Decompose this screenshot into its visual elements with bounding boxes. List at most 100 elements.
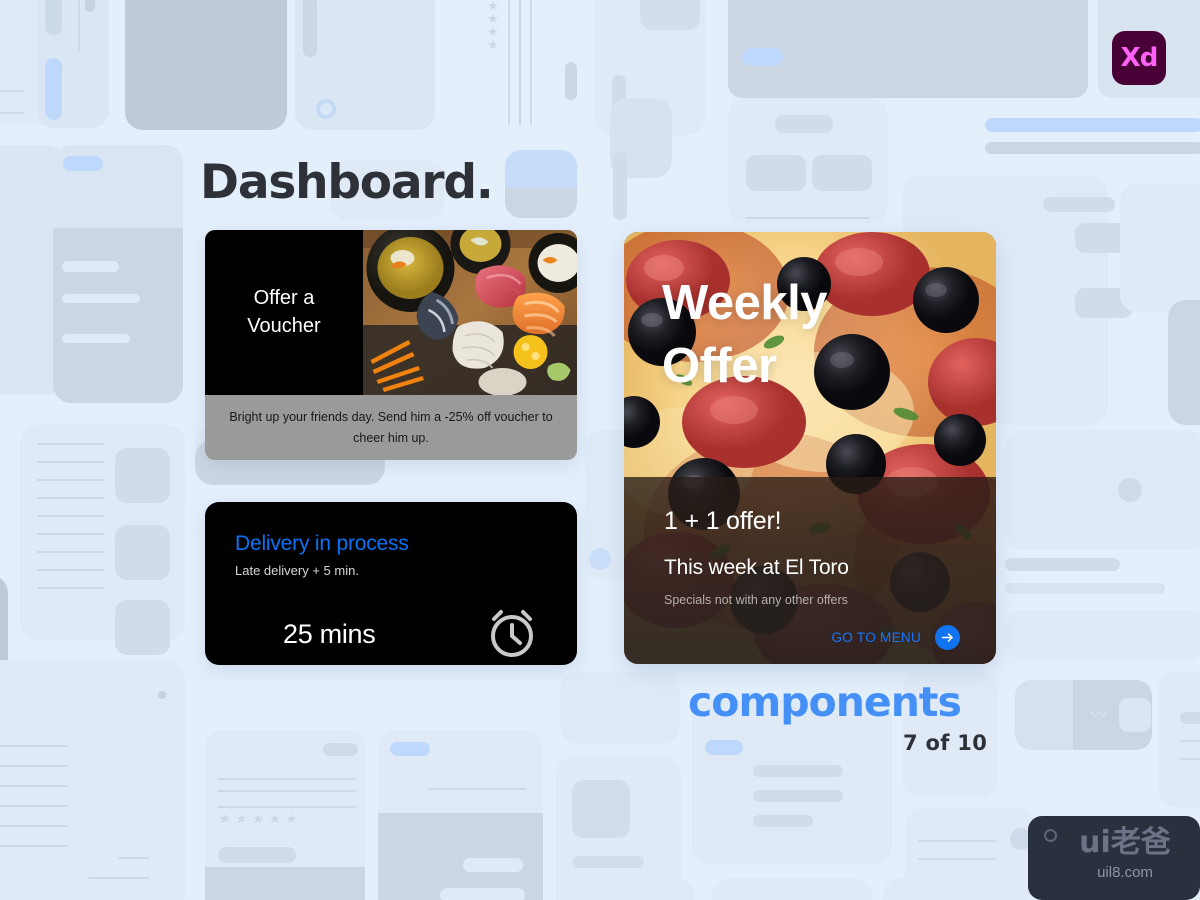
sushi-photo-svg (363, 230, 577, 395)
wireframe-shape (519, 0, 521, 125)
weekly-offer-heading: Weekly Offer (662, 276, 827, 393)
wireframe-shape (883, 878, 1023, 900)
wireframe-shape (85, 0, 95, 12)
wireframe-shape (205, 867, 365, 900)
delivery-eta-row: 25 mins (235, 603, 547, 666)
weekly-offer-card[interactable]: Weekly Offer 1 + 1 offer! This week at E… (624, 232, 996, 664)
alarm-clock-icon (483, 603, 541, 666)
wireframe-shape (0, 845, 68, 847)
wireframe-shape (218, 778, 356, 780)
wireframe-shape (218, 806, 356, 808)
wireframe-shape (37, 551, 105, 553)
wireframe-shape (45, 0, 62, 35)
voucher-card-top: Offer a Voucher (205, 230, 577, 395)
offer-voucher-card[interactable]: Offer a Voucher Bright up your friends d… (205, 230, 577, 460)
wireframe-shape (745, 217, 870, 219)
wireframe-shape (0, 785, 68, 787)
wireframe-shape (118, 857, 150, 859)
wireframe-shape (37, 515, 105, 517)
wireframe-shape (37, 533, 105, 535)
delivery-eta-value: 25 mins (283, 619, 376, 649)
wireframe-shape (37, 443, 105, 445)
wireframe-shape (1005, 558, 1120, 571)
wireframe-shape (62, 334, 130, 343)
wireframe-shape (985, 142, 1200, 154)
wireframe-shape (45, 58, 62, 120)
wireframe-shape (158, 691, 166, 699)
sushi-platter-photo (363, 230, 577, 395)
delivery-note-text: Late delivery + 5 min. (235, 563, 359, 578)
wireframe-shape (640, 0, 700, 30)
wireframe-shape (440, 888, 525, 900)
wireframe-shape (728, 0, 1088, 98)
weekly-offer-details: 1 + 1 offer! This week at El Toro Specia… (624, 477, 996, 664)
wireframe-shape (775, 115, 833, 133)
wireframe-shape (63, 156, 103, 171)
wireframe-shape (1118, 478, 1142, 502)
wireframe-stars: ★ ★ ★ ★ (487, 0, 504, 53)
offer-subtitle: This week at El Toro (664, 556, 849, 579)
wireframe-shape (390, 742, 430, 756)
delivery-status-text: Delivery in process (235, 532, 409, 555)
wireframe-shape (0, 112, 25, 114)
wireframe-shape (1005, 430, 1200, 550)
delivery-status-card[interactable]: Delivery in process Late delivery + 5 mi… (205, 502, 577, 665)
voucher-description: Bright up your friends day. Send him a -… (229, 409, 553, 445)
wireframe-shape (572, 780, 630, 838)
wireframe-shape (1180, 758, 1200, 760)
wireframe-squiggle: 〰 (1091, 705, 1108, 724)
offer-title: 1 + 1 offer! (664, 507, 782, 535)
wireframe-shape (565, 62, 577, 100)
adobe-xd-label: Xd (1120, 43, 1159, 73)
wireframe-shape (303, 0, 317, 57)
wireframe-shape (428, 788, 526, 790)
wireframe-shape (753, 790, 843, 802)
wireframe-shape (320, 103, 332, 115)
wireframe-shape (742, 48, 783, 66)
go-to-menu-cta[interactable]: GO TO MENU (664, 625, 962, 650)
wireframe-shape (218, 847, 296, 863)
wireframe-shape (1180, 740, 1200, 742)
wireframe-shape (589, 548, 611, 570)
wireframe-shape (37, 587, 105, 589)
wireframe-shape (613, 152, 627, 220)
wireframe-shape (0, 90, 25, 92)
wireframe-shape (505, 188, 577, 218)
arrow-right-icon[interactable] (935, 625, 960, 650)
wireframe-shape (37, 461, 105, 463)
page-counter: 7 of 10 (903, 731, 988, 755)
wireframe-shape (62, 261, 119, 272)
go-to-menu-label[interactable]: GO TO MENU (831, 630, 921, 645)
watermark-url: uil8.com (1097, 864, 1153, 881)
app-canvas: ★ ★ ★ ★ ★★★★★ 〰 Dashboard. Offer a Vouch… (0, 0, 1200, 900)
offer-fine-print: Specials not with any other offers (664, 593, 848, 607)
wireframe-stars: ★★★★★ (219, 812, 303, 827)
wireframe-shape (125, 0, 287, 130)
wireframe-shape (115, 448, 170, 503)
wireframe-shape (323, 743, 358, 756)
wireframe-shape (0, 825, 68, 827)
wireframe-shape (705, 740, 743, 755)
wireframe-shape (218, 790, 356, 792)
wireframe-shape (918, 858, 996, 860)
wireframe-shape (918, 840, 996, 842)
wireframe-shape (753, 765, 843, 777)
wireframe-shape (985, 118, 1200, 132)
wireframe-shape (115, 525, 170, 580)
wireframe-shape (530, 0, 532, 125)
wireframe-shape (812, 155, 872, 191)
page-title: Dashboard. (200, 155, 494, 210)
wireframe-shape (1120, 183, 1200, 313)
wireframe-shape (62, 294, 140, 303)
wireframe-shape (753, 815, 813, 827)
wireframe-shape (0, 765, 68, 767)
wireframe-shape (1168, 300, 1200, 425)
wireframe-shape (1119, 698, 1151, 732)
wireframe-shape (53, 228, 183, 403)
wireframe-shape (508, 0, 510, 125)
wireframe-shape (1005, 583, 1165, 594)
watermark-badge: ui老爸 uil8.com (1028, 816, 1200, 900)
voucher-title-panel: Offer a Voucher (205, 230, 363, 395)
wireframe-shape (1043, 197, 1115, 212)
components-label: components (688, 678, 962, 726)
